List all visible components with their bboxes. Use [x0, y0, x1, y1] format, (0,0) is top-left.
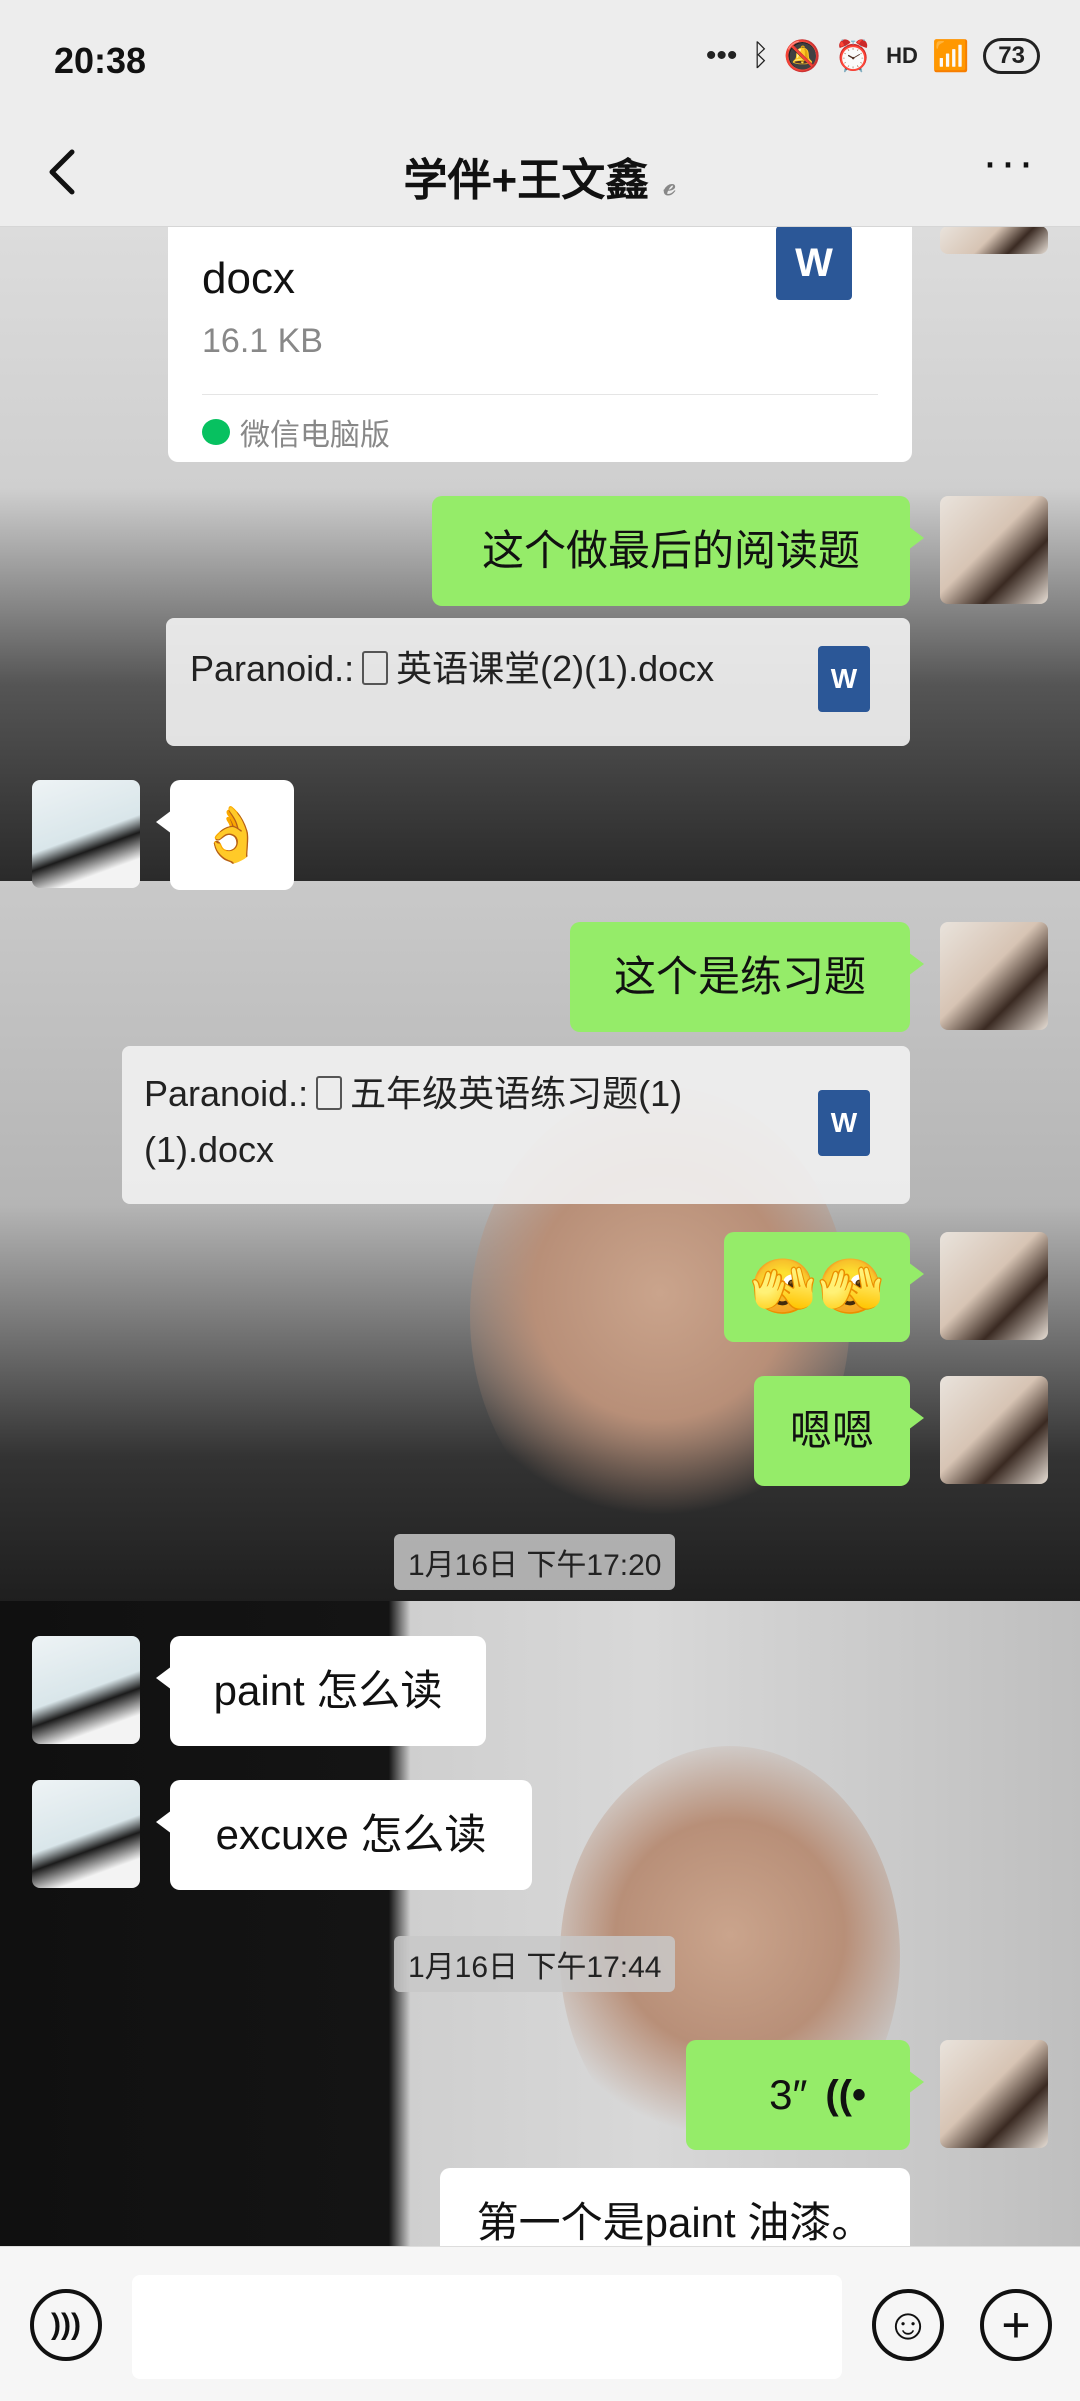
message-bubble[interactable]: 嗯嗯	[754, 1376, 924, 1486]
message-bubble[interactable]: paint 怎么读	[156, 1636, 486, 1746]
timestamp: 1月16日 下午17:20	[394, 1534, 676, 1590]
message-text: 第一个是paint 油漆。	[476, 2199, 874, 2246]
message-bubble[interactable]: 这个做最后的阅读题	[432, 496, 924, 606]
file-source-label: 微信电脑版	[240, 419, 390, 452]
signal-icon: HD	[886, 43, 918, 68]
my-avatar[interactable]	[940, 226, 1048, 254]
file-size: 16.1 KB	[202, 322, 323, 360]
contact-avatar[interactable]	[32, 1636, 140, 1744]
divider	[202, 394, 878, 395]
quoted-reply[interactable]: Paranoid.: 五年级英语练习题(1)(1).docx W	[122, 1046, 910, 1204]
message-bubble[interactable]: excuxe 怎么读	[156, 1780, 532, 1890]
document-icon	[316, 1076, 343, 1110]
more-dots-icon: ···	[982, 136, 1036, 189]
voice-input-button[interactable]: )))	[30, 2289, 102, 2361]
my-avatar[interactable]	[940, 922, 1048, 1030]
word-file-icon: W	[776, 226, 852, 300]
message-input[interactable]	[132, 2275, 842, 2379]
status-time: 20:38	[54, 40, 147, 81]
message-bubble[interactable]: 🫣🫣	[724, 1232, 924, 1342]
contact-avatar[interactable]	[32, 780, 140, 888]
message-text: 这个是练习题	[613, 953, 866, 1000]
file-name: docx	[202, 254, 295, 303]
voice-wave-icon: ((•	[825, 2072, 866, 2117]
timestamp: 1月16日 下午17:44	[394, 1936, 676, 1992]
alarm-icon: ⏰	[834, 39, 873, 73]
message-bubble[interactable]: 这个是练习题	[570, 922, 924, 1032]
message-text: 嗯嗯	[789, 1407, 874, 1454]
battery-indicator: 73	[983, 38, 1040, 74]
wechat-icon	[202, 419, 230, 445]
emoji-message: 👌	[198, 805, 266, 865]
quote-sender: Paranoid.:	[144, 1073, 309, 1114]
mute-icon: 🔕	[783, 39, 821, 73]
message-bubble[interactable]: 👌	[156, 780, 294, 890]
my-avatar[interactable]	[940, 2040, 1048, 2148]
chat-header: 学伴+王文鑫 𝓮 ···	[0, 120, 1080, 227]
document-icon	[362, 651, 389, 685]
quoted-reply[interactable]: Paranoid.: 英语课堂(2)(1).docx W	[166, 618, 910, 746]
chat-area[interactable]: docx 16.1 KB W 微信电脑版 这个做最后的阅读题 Paranoid.…	[0, 226, 1080, 2246]
chat-title: 学伴+王文鑫 𝓮	[0, 144, 1080, 208]
voice-message[interactable]: 3″ ((•	[686, 2040, 924, 2150]
voice-icon: )))	[51, 2308, 81, 2341]
status-icons: ••• ᛒ 🔕 ⏰ HD 📶 73	[706, 38, 1040, 74]
input-bar: ))) ☺ +	[0, 2246, 1080, 2401]
file-message-card[interactable]: docx 16.1 KB W 微信电脑版	[168, 226, 912, 462]
plus-icon: +	[1001, 2297, 1031, 2353]
contact-name: 学伴+王文鑫	[403, 156, 650, 205]
word-file-icon: W	[818, 1090, 870, 1156]
my-avatar[interactable]	[940, 1232, 1048, 1340]
word-file-icon: W	[818, 646, 870, 712]
my-avatar[interactable]	[940, 1376, 1048, 1484]
chat-background	[0, 1601, 1080, 2246]
file-source: 微信电脑版	[202, 410, 390, 454]
voice-duration: 3″	[769, 2071, 808, 2118]
more-button[interactable]: ···	[974, 138, 1044, 198]
message-text: paint 怎么读	[213, 1667, 443, 1714]
message-text: 这个做最后的阅读题	[481, 527, 860, 574]
message-text: excuxe 怎么读	[215, 1811, 487, 1858]
emoji-button[interactable]: ☺	[872, 2289, 944, 2361]
emoji-icon: ☺	[885, 2300, 931, 2349]
emoji-message: 🫣🫣	[749, 1257, 885, 1317]
ear-mode-icon: 𝓮	[663, 169, 677, 202]
quote-file-name: 英语课堂(2)(1).docx	[396, 648, 715, 689]
wifi-icon: 📶	[931, 39, 970, 73]
plus-button[interactable]: +	[980, 2289, 1052, 2361]
bluetooth-icon: ᛒ	[751, 39, 770, 72]
quote-sender: Paranoid.:	[190, 648, 355, 689]
message-bubble[interactable]: 第一个是paint 油漆。	[440, 2168, 910, 2246]
status-bar: 20:38 ••• ᛒ 🔕 ⏰ HD 📶 73	[0, 0, 1080, 120]
dots-icon: •••	[705, 39, 738, 72]
contact-avatar[interactable]	[32, 1780, 140, 1888]
my-avatar[interactable]	[940, 496, 1048, 604]
